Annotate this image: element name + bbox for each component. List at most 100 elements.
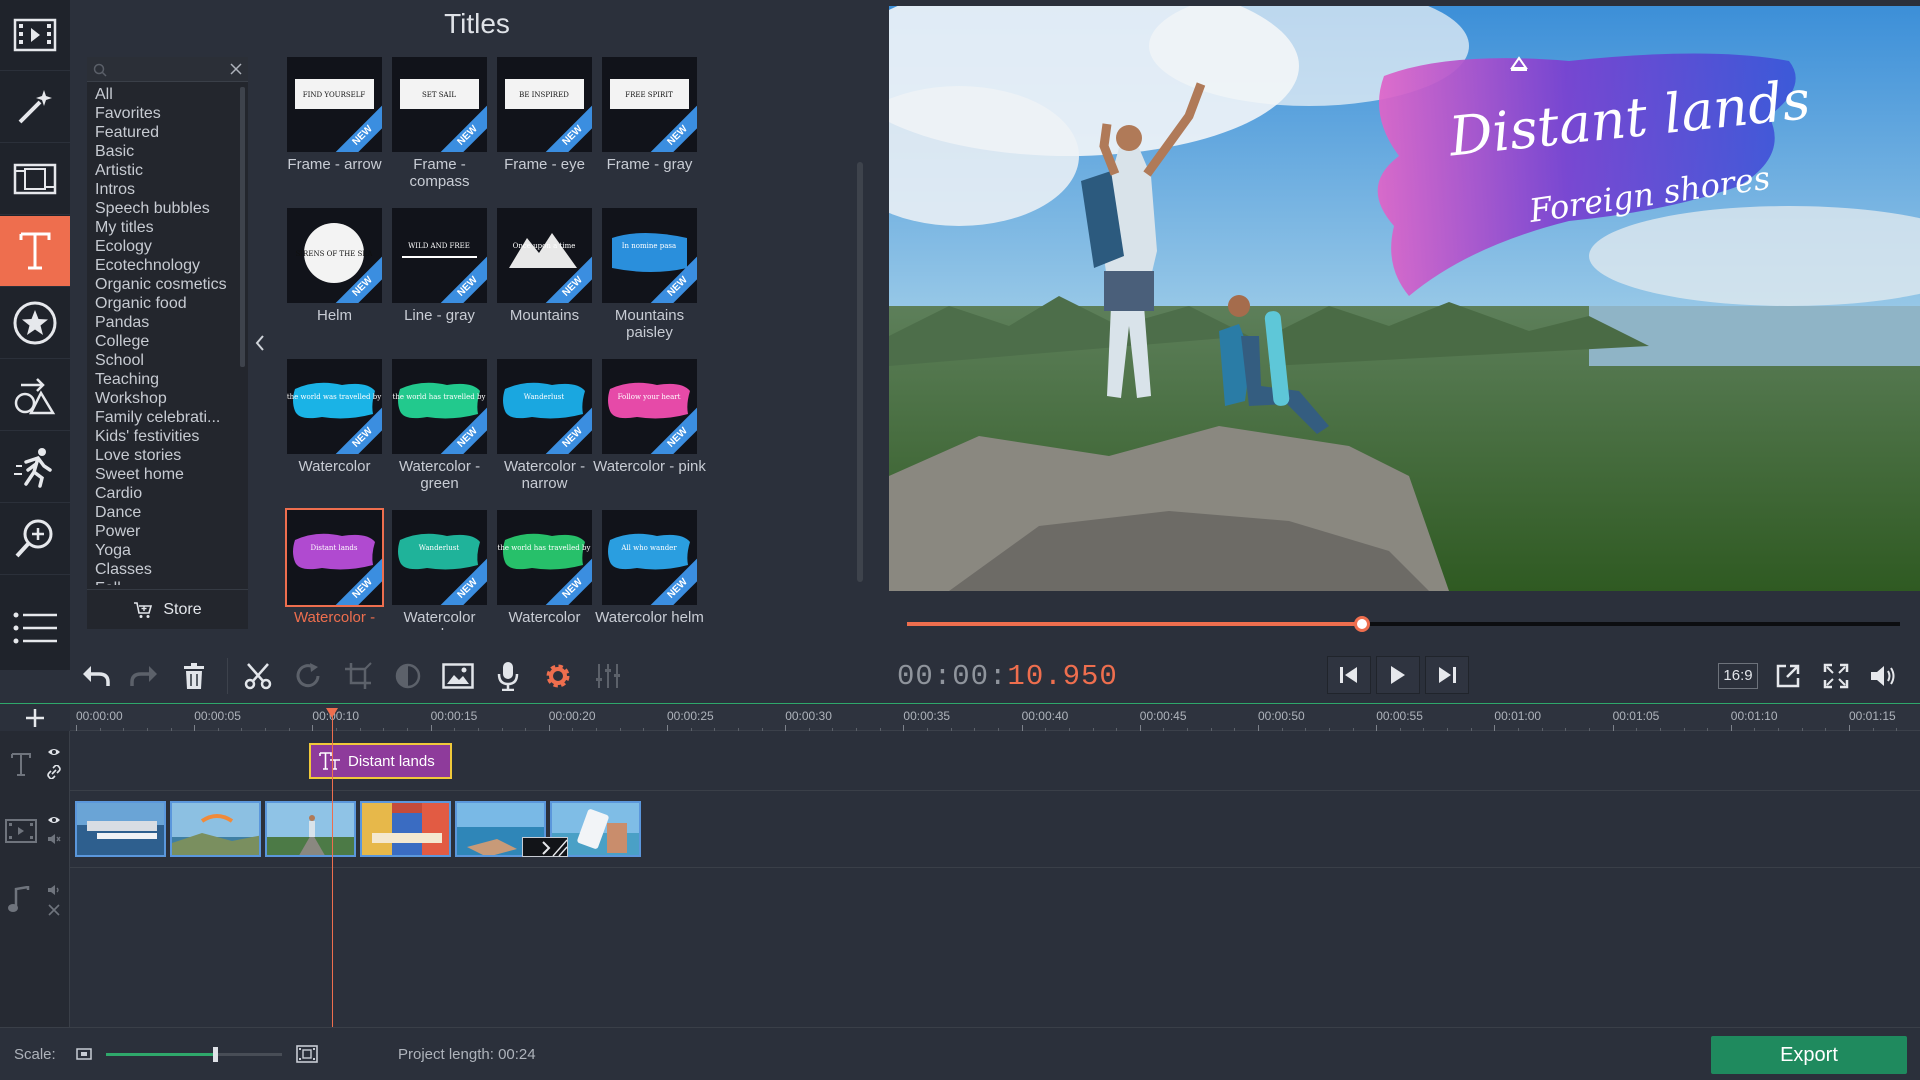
animation-button[interactable] <box>0 432 70 503</box>
category-scrollbar[interactable] <box>237 87 248 587</box>
redo-button[interactable] <box>124 656 164 696</box>
title-tile[interactable]: WILD AND FREENEWLine - gray <box>382 208 497 358</box>
transitions-button[interactable] <box>0 360 70 431</box>
add-track-button[interactable] <box>0 705 70 731</box>
title-tile[interactable]: the world has travelled byNEWWatercolor … <box>382 359 497 509</box>
title-tile[interactable]: the world has travelled byNEWWatercolor … <box>487 510 602 630</box>
titles-grid-scroll-thumb[interactable] <box>857 162 863 582</box>
category-item[interactable]: Featured <box>87 123 237 142</box>
title-tile[interactable]: the world was travelled byNEWWatercolor <box>277 359 392 509</box>
category-item[interactable]: Ecotechnology <box>87 256 237 275</box>
category-item[interactable]: Workshop <box>87 389 237 408</box>
category-item[interactable]: My titles <box>87 218 237 237</box>
store-button[interactable]: Store <box>87 589 248 629</box>
next-frame-button[interactable] <box>1425 656 1469 694</box>
title-tile[interactable]: Follow your heartNEWWatercolor - pink <box>592 359 707 509</box>
category-item[interactable]: Dance <box>87 503 237 522</box>
scale-slider[interactable] <box>106 1053 282 1056</box>
category-item[interactable]: Pandas <box>87 313 237 332</box>
fullscreen-button[interactable] <box>1820 658 1852 694</box>
transition-marker[interactable] <box>522 837 568 857</box>
more-tools-button[interactable] <box>0 592 70 663</box>
titles-grid-scrollbar[interactable] <box>855 57 865 630</box>
category-item[interactable]: School <box>87 351 237 370</box>
category-item[interactable]: Ecology <box>87 237 237 256</box>
crop-button[interactable] <box>338 656 378 696</box>
eye-icon[interactable] <box>47 815 61 825</box>
category-item[interactable]: Artistic <box>87 161 237 180</box>
aspect-ratio-button[interactable]: 16:9 <box>1713 658 1763 694</box>
category-item[interactable]: Yoga <box>87 541 237 560</box>
video-clip-harbor[interactable] <box>75 801 166 857</box>
playhead-handle[interactable] <box>326 708 338 718</box>
title-tile[interactable]: BE INSPIREDNEWFrame - eye <box>487 57 602 207</box>
title-tile[interactable]: SIRENS OF THE SEANEWHelm <box>277 208 392 358</box>
clear-search-icon[interactable] <box>230 63 242 75</box>
category-item[interactable]: Classes <box>87 560 237 579</box>
stickers-button[interactable] <box>0 288 70 359</box>
seek-bar[interactable] <box>907 622 1900 626</box>
title-tile[interactable]: WanderlustNEWWatercolor anchor <box>382 510 497 630</box>
category-item[interactable]: Teaching <box>87 370 237 389</box>
export-button[interactable]: Export <box>1711 1036 1907 1074</box>
category-item[interactable]: Family celebrati... <box>87 408 237 427</box>
undo-button[interactable] <box>76 656 116 696</box>
equalizer-button[interactable] <box>588 656 628 696</box>
category-item[interactable]: Intros <box>87 180 237 199</box>
title-tile[interactable]: WanderlustNEWWatercolor - narrow <box>487 359 602 509</box>
video-clip-market[interactable] <box>360 801 451 857</box>
magic-enhance-button[interactable] <box>0 72 70 143</box>
category-item[interactable]: College <box>87 332 237 351</box>
category-item[interactable]: Fall <box>87 579 237 585</box>
zoom-out-timeline-icon[interactable] <box>76 1048 92 1060</box>
previous-frame-button[interactable] <box>1327 656 1371 694</box>
scale-slider-handle[interactable] <box>213 1047 218 1062</box>
category-item[interactable]: Cardio <box>87 484 237 503</box>
record-audio-button[interactable] <box>488 656 528 696</box>
play-button[interactable] <box>1376 656 1420 694</box>
eye-icon[interactable] <box>47 747 61 757</box>
video-clip-paraglider[interactable] <box>170 801 261 857</box>
category-item[interactable]: Kids' festivities <box>87 427 237 446</box>
title-tile[interactable]: Distant landsNEWWatercolor - space <box>277 510 392 630</box>
audio-volume-icon[interactable] <box>47 884 61 896</box>
zoom-in-timeline-icon[interactable] <box>296 1045 318 1063</box>
category-item[interactable]: Organic cosmetics <box>87 275 237 294</box>
filters-button[interactable] <box>0 144 70 215</box>
insert-image-button[interactable] <box>438 656 478 696</box>
search-input[interactable] <box>87 57 248 82</box>
category-item[interactable]: Basic <box>87 142 237 161</box>
category-item[interactable]: Love stories <box>87 446 237 465</box>
seek-handle[interactable] <box>1354 616 1370 632</box>
title-tile[interactable]: In nomine pasaNEWMountains paisley <box>592 208 707 358</box>
title-clip[interactable]: Distant lands <box>309 743 452 779</box>
mute-icon[interactable] <box>47 833 61 845</box>
category-item[interactable]: Sweet home <box>87 465 237 484</box>
title-tile[interactable]: SET SAILNEWFrame - compass <box>382 57 497 207</box>
title-tile[interactable]: FREE SPIRITNEWFrame - gray <box>592 57 707 207</box>
clip-properties-button[interactable] <box>538 656 578 696</box>
link-icon[interactable] <box>47 765 61 779</box>
title-tile[interactable]: Once upon a timeNEWMountains <box>487 208 602 358</box>
category-scroll-thumb[interactable] <box>240 87 245 367</box>
category-item[interactable]: Organic food <box>87 294 237 313</box>
playhead-line[interactable] <box>332 708 333 1028</box>
audio-detach-icon[interactable] <box>47 903 61 917</box>
collapse-panel-button[interactable] <box>249 57 271 629</box>
titles-button[interactable] <box>0 216 70 287</box>
category-item[interactable]: All <box>87 85 237 104</box>
title-tile[interactable]: FIND YOURSELFNEWFrame - arrow <box>277 57 392 207</box>
timeline-ruler[interactable]: 00:00:0000:00:0500:00:1000:00:1500:00:20… <box>70 705 1920 731</box>
color-adjust-button[interactable] <box>388 656 428 696</box>
category-item[interactable]: Speech bubbles <box>87 199 237 218</box>
rotate-button[interactable] <box>288 656 328 696</box>
import-button[interactable] <box>0 0 70 71</box>
category-item[interactable]: Favorites <box>87 104 237 123</box>
category-item[interactable]: Power <box>87 522 237 541</box>
video-clip-hiker[interactable] <box>265 801 356 857</box>
volume-button[interactable] <box>1867 658 1901 694</box>
cut-button[interactable] <box>238 656 278 696</box>
zoom-pan-button[interactable] <box>0 504 70 575</box>
detach-preview-button[interactable] <box>1772 658 1804 694</box>
delete-button[interactable] <box>174 656 214 696</box>
